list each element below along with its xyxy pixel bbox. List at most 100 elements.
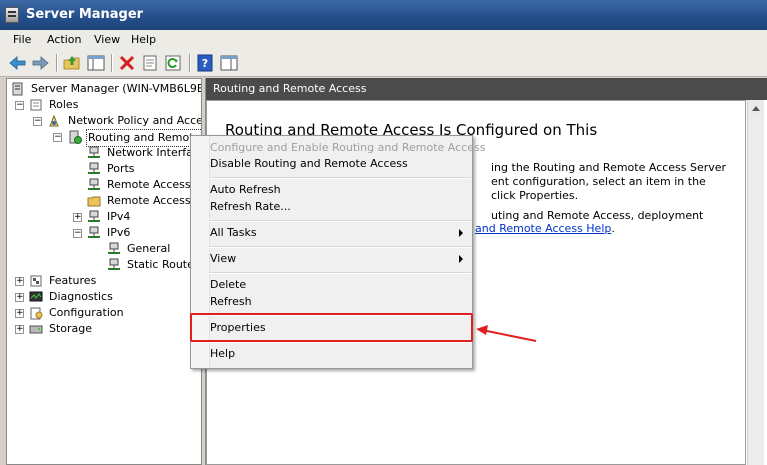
network-policy-icon [49,114,59,127]
tree-label: Remote Access C [107,178,202,191]
tree-item-network-interfaces[interactable]: Network Interface [87,145,202,161]
title-bar: Server Manager [0,0,767,30]
tree-item-ipv6[interactable]: − IPv6 [73,225,201,241]
menu-item-refresh-rate[interactable]: Refresh Rate... [210,199,291,215]
menu-bar: File Action View Help [0,30,767,51]
expand-icon[interactable]: + [15,325,24,334]
toolbar-separator [56,54,58,72]
server-icon [12,82,23,96]
network-icon [108,258,120,270]
menu-item-delete[interactable]: Delete [210,277,246,293]
collapse-icon[interactable]: − [53,133,62,142]
content-text: ent configuration, select an item in the [491,175,706,188]
tree-item-storage[interactable]: + Storage [15,321,195,337]
features-icon [30,275,42,287]
tree-label: Static Routes [127,258,200,271]
expand-icon[interactable]: + [15,293,24,302]
submenu-arrow-icon [459,255,463,263]
menu-item-configure-enable: Configure and Enable Routing and Remote … [210,141,486,154]
tree-item-server-manager[interactable]: Server Manager (WIN-VMB6L9EGFE [11,81,201,97]
tree-item-network-policy[interactable]: − Network Policy and Access [33,113,202,129]
properties-icon[interactable] [140,53,160,73]
expand-icon[interactable]: + [15,309,24,318]
menu-item-refresh[interactable]: Refresh [210,294,252,310]
menu-view[interactable]: View [94,33,120,46]
content-text: ing the Routing and Remote Access Server [491,161,727,174]
diagnostics-icon [29,291,43,302]
tree-item-features[interactable]: + Features [15,273,195,289]
annotation-arrow-icon [476,325,537,342]
window-title: Server Manager [26,7,144,22]
menu-item-view[interactable]: View [210,251,236,267]
ports-icon [88,162,100,174]
content-text: click Properties. [491,189,579,202]
refresh-icon[interactable] [163,53,183,73]
help-link-line: and Remote Access Help. [475,222,615,235]
roles-icon [30,99,42,111]
tree-item-remote-access-clients[interactable]: Remote Access C [87,177,202,193]
tree-item-general[interactable]: General [107,241,201,257]
expand-icon[interactable]: + [15,277,24,286]
menu-help[interactable]: Help [131,33,156,46]
tree-label: Storage [49,322,93,335]
menu-separator [209,272,471,274]
vertical-scrollbar[interactable] [747,100,764,465]
tree-label: Ports [107,162,135,175]
toolbar-separator [111,54,113,72]
server-manager-icon [5,7,19,23]
tree-label: IPv6 [107,226,131,239]
tree-item-static-routes[interactable]: Static Routes [107,257,201,273]
tree-item-routing-remote-access[interactable]: − Routing and Remote Ac [53,129,201,147]
content-text: uting and Remote Access, deployment [491,209,704,222]
pane-header: Routing and Remote Access [206,78,767,100]
network-icon [108,242,120,254]
console-tree: Server Manager (WIN-VMB6L9EGFE − Roles −… [6,78,202,465]
menu-item-help[interactable]: Help [210,346,235,362]
back-icon[interactable] [8,53,28,73]
tree-label: General [127,242,171,255]
toolbar: ? [0,50,767,77]
tree-item-diagnostics[interactable]: + Diagnostics [15,289,195,305]
tree-item-roles[interactable]: − Roles [15,97,195,113]
svg-text:?: ? [202,57,208,70]
routing-server-icon [69,130,82,144]
menu-separator [209,177,471,179]
configuration-icon [30,307,43,320]
menu-action[interactable]: Action [47,33,81,46]
menu-item-all-tasks[interactable]: All Tasks [210,225,257,241]
pane-header-title: Routing and Remote Access [213,82,367,95]
forward-icon[interactable] [30,53,50,73]
menu-file[interactable]: File [13,33,31,46]
expand-icon[interactable]: + [73,213,82,222]
tree-label: Network Policy and Access [68,114,202,127]
help-link[interactable]: and Remote Access Help [475,222,611,235]
menu-item-disable[interactable]: Disable Routing and Remote Access [210,156,408,172]
tree-label: Diagnostics [49,290,113,303]
clients-icon [88,178,100,190]
help-icon[interactable]: ? [195,53,215,73]
collapse-icon[interactable]: − [15,101,24,110]
delete-icon[interactable] [117,53,137,73]
tree-item-remote-access-logging[interactable]: Remote Access Lo [87,193,201,209]
network-icon [88,226,100,238]
properties-highlight-box [190,313,473,342]
network-icon [88,146,100,158]
collapse-icon[interactable]: − [73,229,82,238]
tree-item-ports[interactable]: Ports [87,161,201,177]
tree-label: Configuration [49,306,124,319]
tree-label: IPv4 [107,210,131,223]
tree-label: Network Interface [107,146,202,159]
tree-label: Server Manager (WIN-VMB6L9EGFE [31,82,201,95]
tree-item-configuration[interactable]: + Configuration [15,305,195,321]
storage-icon [29,325,43,334]
tree-label: Features [49,274,97,287]
action-pane-icon[interactable] [219,53,239,73]
up-folder-icon[interactable] [62,53,82,73]
menu-item-auto-refresh[interactable]: Auto Refresh [210,182,281,198]
folder-icon [87,196,101,207]
menu-separator [209,220,471,222]
scroll-up-icon[interactable] [748,101,764,117]
tree-item-ipv4[interactable]: + IPv4 [73,209,201,225]
show-hide-tree-icon[interactable] [86,53,106,73]
collapse-icon[interactable]: − [33,117,42,126]
